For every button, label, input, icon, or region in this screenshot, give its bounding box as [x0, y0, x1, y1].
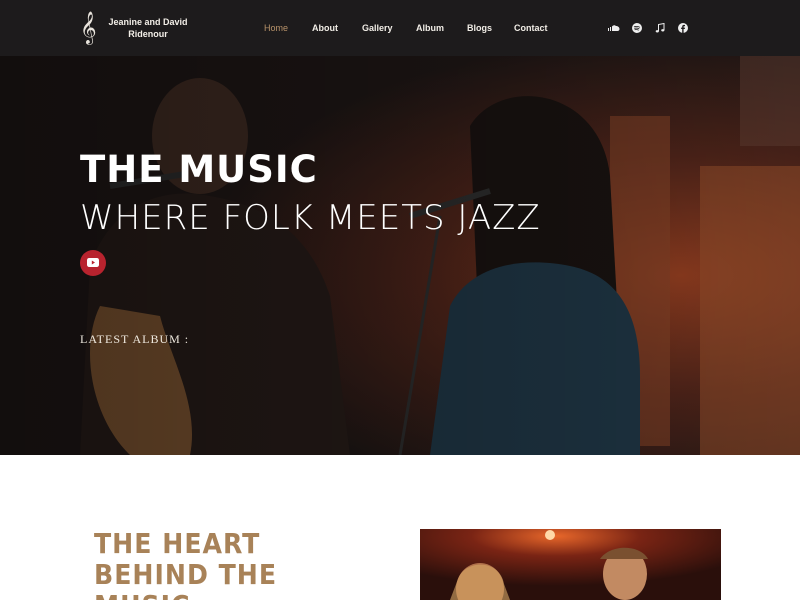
youtube-button[interactable]	[80, 250, 106, 276]
nav-album[interactable]: Album	[416, 21, 444, 35]
spotify-icon[interactable]	[631, 22, 643, 34]
about-photo	[420, 529, 721, 600]
about-heading-line-2: BEHIND THE	[94, 558, 278, 591]
about-heading-line-3: MUSIC	[94, 590, 394, 600]
hero-title: THE MUSIC	[80, 148, 318, 191]
hero-subtitle: WHERE FOLK MEETS JAZZ	[80, 198, 541, 238]
youtube-icon	[87, 254, 99, 272]
about-heading: THE HEART BEHIND THE MUSIC	[94, 528, 394, 600]
about-heading-line-1: THE HEART	[94, 527, 261, 560]
facebook-icon[interactable]	[677, 22, 689, 34]
nav-about[interactable]: About	[312, 21, 338, 35]
soundcloud-icon[interactable]	[608, 22, 620, 34]
site-header: 𝄞 Jeanine and David Ridenour Home About …	[0, 0, 800, 56]
music-note-icon[interactable]	[654, 22, 666, 34]
nav-blogs[interactable]: Blogs	[467, 21, 492, 35]
hero-background-photo	[0, 56, 800, 455]
nav-home[interactable]: Home	[264, 21, 288, 35]
hero-section: THE MUSIC WHERE FOLK MEETS JAZZ LATEST A…	[0, 56, 800, 455]
nav-contact[interactable]: Contact	[514, 21, 548, 35]
latest-album-label: LATEST ALBUM :	[80, 332, 190, 346]
nav-gallery[interactable]: Gallery	[362, 21, 393, 35]
